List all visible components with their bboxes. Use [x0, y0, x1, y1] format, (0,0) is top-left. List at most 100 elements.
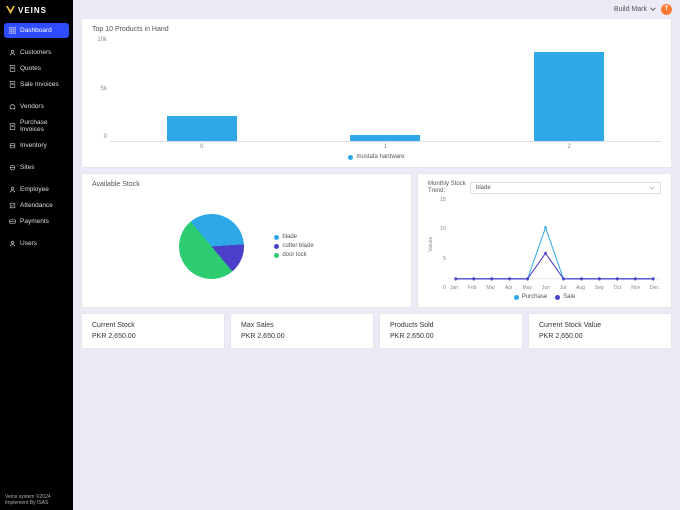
- available-stock-card: Available Stock blade cutter blade door lo…: [81, 173, 412, 308]
- sidebar-item-customers[interactable]: Customers: [4, 45, 69, 60]
- xtick: 2: [509, 144, 630, 150]
- available-stock-title: Available Stock: [92, 181, 401, 188]
- sidebar-item-label: Sites: [20, 164, 34, 171]
- attendance-icon: [9, 202, 16, 209]
- bar-legend: mustafa hardware: [92, 154, 661, 160]
- xtick: Apr: [505, 285, 513, 291]
- legend-label: cutter blade: [282, 243, 313, 249]
- stat-value: PKR 2,650.00: [390, 333, 512, 340]
- bar-col: [325, 135, 446, 141]
- xtick: Aug: [576, 285, 585, 291]
- xtick: Mar: [486, 285, 495, 291]
- bar-yaxis: 10k5k0: [92, 37, 110, 150]
- legend-row: cutter blade: [274, 243, 313, 249]
- pie-body: blade cutter blade door lock: [92, 192, 401, 300]
- sidebar: VEINS Dashboard Customers Quotes Sale Invoi…: [0, 0, 73, 510]
- stat-card: Max Sales PKR 2,650.00: [230, 313, 374, 349]
- users-icon: [9, 240, 16, 247]
- sidebar-item-label: Payments: [20, 218, 49, 225]
- trend-select-value: blade: [476, 185, 491, 191]
- chevron-down-icon: [649, 185, 655, 191]
- legend-row: Purchase: [514, 294, 547, 300]
- line-ylabel: Values: [428, 197, 436, 291]
- xtick: Nov: [631, 285, 640, 291]
- xtick: May: [523, 285, 532, 291]
- bar-plot-wrap: 012: [110, 37, 661, 150]
- brand-logo[interactable]: VEINS: [0, 0, 73, 21]
- bar: [534, 52, 604, 141]
- sidebar-item-dashboard[interactable]: Dashboard: [4, 23, 69, 38]
- legend-label: blade: [282, 234, 297, 240]
- sidebar-item-attendance[interactable]: Attendance: [4, 198, 69, 213]
- content: Top 10 Products in Hand 10k5k0 012 musta…: [73, 18, 680, 510]
- legend-row: door lock: [274, 252, 313, 258]
- line-legend: PurchaseSale: [428, 294, 661, 300]
- ytick: 15: [440, 197, 446, 203]
- ytick: 10k: [97, 37, 107, 43]
- sidebar-item-label: Vendors: [20, 103, 44, 110]
- bar: [350, 135, 420, 141]
- legend-label: Purchase: [522, 294, 547, 300]
- xtick: Jan: [450, 285, 458, 291]
- xtick: Sep: [595, 285, 604, 291]
- xtick: Jun: [542, 285, 550, 291]
- bar-plot: [110, 37, 661, 142]
- sidebar-item-label: Users: [20, 240, 37, 247]
- xtick: 1: [325, 144, 446, 150]
- sidebar-item-label: Quotes: [20, 65, 41, 72]
- trend-select[interactable]: blade: [470, 182, 661, 194]
- sidebar-item-label: Purchase Invoices: [20, 119, 64, 133]
- sidebar-item-sale-invoices[interactable]: Sale Invoices: [4, 77, 69, 92]
- top-products-title: Top 10 Products in Hand: [92, 26, 661, 33]
- logo-icon: [6, 6, 15, 15]
- sidebar-item-label: Dashboard: [20, 27, 52, 34]
- monthly-trend-card: Monthly Stock Trend: blade Values 151050…: [417, 173, 672, 308]
- sidebar-item-users[interactable]: Users: [4, 236, 69, 251]
- main-area: Build Mark T Top 10 Products in Hand 10k…: [73, 0, 680, 510]
- bar-xaxis: 012: [110, 144, 661, 150]
- stat-title: Max Sales: [241, 322, 363, 329]
- sidebar-item-label: Sale Invoices: [20, 81, 59, 88]
- sidebar-item-employee[interactable]: Employee: [4, 182, 69, 197]
- line-xaxis: JanFebMarAprMayJunJulAugSepOctNovDec: [448, 285, 661, 291]
- stat-card: Current Stock ValuePKR 2,650.00: [528, 313, 672, 349]
- stat-title: Products Sold: [390, 322, 512, 329]
- brand-text: VEINS: [18, 6, 47, 15]
- ytick: 5k: [101, 86, 107, 92]
- sidebar-item-label: Customers: [20, 49, 51, 56]
- topbar: Build Mark T: [73, 0, 680, 18]
- xtick: Dec: [650, 285, 659, 291]
- sidebar-nav: Dashboard Customers Quotes Sale Invoices Ven…: [0, 21, 73, 490]
- site-icon: [9, 164, 16, 171]
- bar-col: [509, 52, 630, 141]
- invoice-icon: [9, 81, 16, 88]
- sidebar-item-quotes[interactable]: Quotes: [4, 61, 69, 76]
- sidebar-item-vendors[interactable]: Vendors: [4, 99, 69, 114]
- sidebar-item-sites[interactable]: Sites: [4, 160, 69, 175]
- vendor-icon: [9, 103, 16, 110]
- line-head: Monthly Stock Trend: blade: [428, 181, 661, 194]
- sidebar-item-payments[interactable]: Payments: [4, 214, 69, 229]
- line-plot: [448, 197, 661, 284]
- sidebar-item-purchase-invoices[interactable]: Purchase Invoices: [4, 115, 69, 137]
- stat-value: PKR 2,650.00: [241, 333, 363, 340]
- payment-icon: [9, 218, 16, 225]
- user-menu[interactable]: Build Mark: [614, 6, 656, 13]
- xtick: Feb: [468, 285, 477, 291]
- stat-card: Current StockPKR 2,650.00: [81, 313, 225, 349]
- line-yaxis: 151050: [436, 197, 448, 291]
- sidebar-item-inventory[interactable]: Inventory: [4, 138, 69, 153]
- sidebar-item-label: Inventory: [20, 142, 47, 149]
- legend-dot: [274, 244, 279, 249]
- employee-icon: [9, 186, 16, 193]
- purchase-icon: [9, 123, 16, 130]
- xtick: Oct: [614, 285, 622, 291]
- legend-dot: [348, 155, 353, 160]
- legend-dot: [514, 295, 519, 300]
- legend-dot: [274, 235, 279, 240]
- bar-col: [141, 116, 262, 141]
- stat-title: Current Stock Value: [539, 322, 661, 329]
- avatar[interactable]: T: [661, 4, 672, 15]
- user-name: Build Mark: [614, 6, 647, 13]
- ytick: 0: [443, 285, 446, 291]
